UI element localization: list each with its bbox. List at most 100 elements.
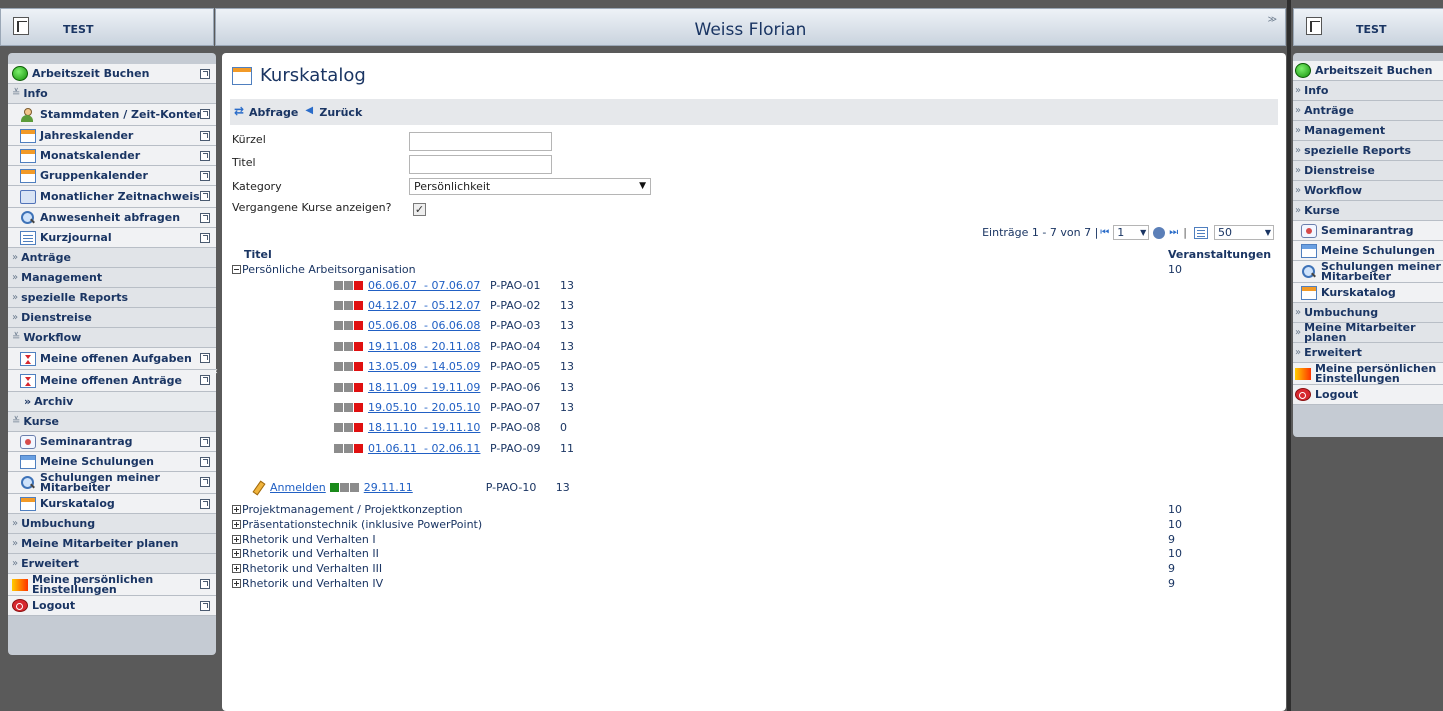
expand-icon[interactable] <box>232 549 241 559</box>
event-date-link[interactable]: 18.11.10 - 19.11.10 <box>368 421 490 434</box>
sidebar-section-spezielle-reports[interactable]: » spezielle Reports <box>1293 141 1443 161</box>
open-new-window-icon[interactable] <box>200 499 210 509</box>
app-logo-icon-right[interactable] <box>1306 17 1322 35</box>
sidebar-section-antraege[interactable]: » Anträge <box>1293 101 1443 121</box>
expand-icon[interactable] <box>232 564 241 574</box>
sidebar-item-arbeitszeit-buchen[interactable]: Arbeitszeit Buchen <box>1293 61 1443 81</box>
course-row-expanded[interactable]: Persönliche Arbeitsorganisation <box>232 263 416 276</box>
course-row[interactable]: Rhetorik und Verhalten II <box>232 547 379 560</box>
event-date-link[interactable]: 06.06.07 - 07.06.07 <box>368 279 490 292</box>
expand-icon[interactable] <box>232 505 241 514</box>
event-date-link[interactable]: 19.11.08 - 20.11.08 <box>368 340 490 353</box>
sidebar-section-umbuchung[interactable]: » Umbuchung <box>1293 303 1443 323</box>
sidebar-item-anwesenheit-abfragen[interactable]: Anwesenheit abfragen <box>8 208 216 228</box>
first-page-icon[interactable]: ⏮ <box>1100 227 1109 238</box>
sidebar-section-antraege[interactable]: » Anträge <box>8 248 216 268</box>
event-date-link[interactable]: 04.12.07 - 05.12.07 <box>368 299 490 312</box>
open-new-window-icon[interactable] <box>200 213 210 223</box>
event-date-link[interactable]: 18.11.09 - 19.11.09 <box>368 381 490 394</box>
course-row[interactable]: Rhetorik und Verhalten III <box>232 562 382 575</box>
open-new-window-icon[interactable] <box>200 171 210 181</box>
course-row[interactable]: Rhetorik und Verhalten IV <box>232 577 383 590</box>
event-date-link[interactable]: 13.05.09 - 14.05.09 <box>368 360 490 373</box>
sidebar-section-workflow[interactable]: » Workflow <box>1293 181 1443 201</box>
kategory-select[interactable]: Persönlichkeit ▼ <box>409 178 651 195</box>
sidebar-item-meine-schulungen[interactable]: Meine Schulungen <box>8 452 216 472</box>
event-date-link[interactable]: 19.05.10 - 20.05.10 <box>368 401 490 414</box>
event-date-link[interactable]: 01.06.11 - 02.06.11 <box>368 442 490 455</box>
sidebar-item-kurzjournal[interactable]: Kurzjournal <box>8 228 216 248</box>
open-new-window-icon[interactable] <box>200 191 210 201</box>
collapse-header-icon[interactable]: ≫ <box>1268 15 1277 25</box>
sidebar-item-meine-persoenlichen-einstellungen[interactable]: Meine persönlichen Einstellungen <box>1293 363 1443 385</box>
course-row[interactable]: Projektmanagement / Projektkonzeption <box>232 503 463 516</box>
register-link[interactable]: Anmelden <box>270 481 326 494</box>
last-page-icon[interactable]: ⏭ <box>1169 227 1178 238</box>
sidebar-item-seminarantrag[interactable]: Seminarantrag <box>1293 221 1443 241</box>
sidebar-item-logout[interactable]: Logout <box>1293 385 1443 405</box>
sidebar-section-info[interactable]: » Info <box>1293 81 1443 101</box>
sidebar-section-erweitert[interactable]: » Erweitert <box>8 554 216 574</box>
sidebar-item-archiv[interactable]: » Archiv <box>8 392 216 412</box>
sidebar-item-arbeitszeit-buchen[interactable]: Arbeitszeit Buchen <box>8 64 216 84</box>
sidebar-section-erweitert[interactable]: » Erweitert <box>1293 343 1443 363</box>
open-new-window-icon[interactable] <box>200 457 210 467</box>
event-date-link[interactable]: 29.11.11 <box>364 481 486 494</box>
sidebar-item-meine-offenen-aufgaben[interactable]: Meine offenen Aufgaben <box>8 348 216 370</box>
sidebar-item-meine-offenen-antraege[interactable]: Meine offenen Anträge <box>8 370 216 392</box>
sidebar-section-umbuchung[interactable]: » Umbuchung <box>8 514 216 534</box>
collapse-icon[interactable] <box>232 265 241 274</box>
sidebar-item-meine-schulungen[interactable]: Meine Schulungen <box>1293 241 1443 261</box>
sidebar-item-schulungen-meiner-mitarbeiter[interactable]: Schulungen meiner Mitarbeiter <box>1293 261 1443 283</box>
sidebar-item-schulungen-meiner-mitarbeiter[interactable]: Schulungen meiner Mitarbeiter <box>8 472 216 494</box>
sidebar-section-info[interactable]: ≚ Info <box>8 84 216 104</box>
sidebar-item-logout[interactable]: Logout <box>8 596 216 616</box>
open-new-window-icon[interactable] <box>200 375 210 385</box>
sidebar-section-meine-mitarbeiter-planen[interactable]: » Meine Mitarbeiter planen <box>1293 322 1443 343</box>
past-courses-checkbox[interactable]: ✓ <box>413 203 426 216</box>
sidebar-item-monatlicher-zeitnachweis[interactable]: Monatlicher Zeitnachweis <box>8 186 216 208</box>
sidebar-item-gruppenkalender[interactable]: Gruppenkalender <box>8 166 216 186</box>
sidebar-item-meine-persoenlichen-einstellungen[interactable]: Meine persönlichen Einstellungen <box>8 574 216 596</box>
open-new-window-icon[interactable] <box>200 69 210 79</box>
open-new-window-icon[interactable] <box>200 437 210 447</box>
course-row[interactable]: Rhetorik und Verhalten I <box>232 533 376 546</box>
event-date-link[interactable]: 05.06.08 - 06.06.08 <box>368 319 490 332</box>
course-row[interactable]: Präsentationstechnik (inklusive PowerPoi… <box>232 518 482 531</box>
open-new-window-icon[interactable] <box>200 109 210 119</box>
go-icon[interactable] <box>1153 226 1166 239</box>
page-select[interactable]: 1 ▼ <box>1113 225 1150 240</box>
sidebar-item-stammdaten-zeit-konten[interactable]: Stammdaten / Zeit-Konten <box>8 104 216 126</box>
open-new-window-icon[interactable] <box>200 151 210 161</box>
sidebar-section-dienstreise[interactable]: » Dienstreise <box>1293 161 1443 181</box>
query-button[interactable]: Abfrage <box>234 104 298 119</box>
sidebar-section-spezielle-reports[interactable]: » spezielle Reports <box>8 288 216 308</box>
sidebar-section-management[interactable]: » Management <box>8 268 216 288</box>
sidebar-toggle-handle[interactable]: ‹ <box>214 366 222 380</box>
sidebar-item-kurskatalog[interactable]: Kurskatalog <box>8 494 216 514</box>
sidebar-section-meine-mitarbeiter-planen[interactable]: » Meine Mitarbeiter planen <box>8 534 216 554</box>
app-logo-icon[interactable] <box>13 17 29 35</box>
frame-divider[interactable] <box>1287 0 1291 711</box>
expand-icon[interactable] <box>232 534 241 544</box>
open-new-window-icon[interactable] <box>200 233 210 243</box>
sidebar-section-management[interactable]: » Management <box>1293 121 1443 141</box>
expand-icon[interactable] <box>232 579 241 588</box>
sidebar-section-workflow[interactable]: ≚ Workflow <box>8 328 216 348</box>
page-size-select[interactable]: 50 ▼ <box>1214 225 1274 240</box>
titel-input[interactable] <box>409 155 552 174</box>
open-new-window-icon[interactable] <box>200 579 210 589</box>
open-new-window-icon[interactable] <box>200 477 210 487</box>
sidebar-section-dienstreise[interactable]: » Dienstreise <box>8 308 216 328</box>
sidebar-section-kurse[interactable]: ≚ Kurse <box>8 412 216 432</box>
sidebar-item-monatskalender[interactable]: Monatskalender <box>8 146 216 166</box>
open-new-window-icon[interactable] <box>200 601 210 611</box>
expand-icon[interactable] <box>232 519 241 529</box>
open-new-window-icon[interactable] <box>200 353 210 363</box>
sidebar-item-seminarantrag[interactable]: Seminarantrag <box>8 432 216 452</box>
sidebar-item-kurskatalog[interactable]: Kurskatalog <box>1293 283 1443 303</box>
sidebar-item-jahreskalender[interactable]: Jahreskalender <box>8 126 216 146</box>
open-new-window-icon[interactable] <box>200 131 210 141</box>
sidebar-section-kurse[interactable]: » Kurse <box>1293 201 1443 221</box>
back-button[interactable]: Zurück <box>304 105 362 119</box>
